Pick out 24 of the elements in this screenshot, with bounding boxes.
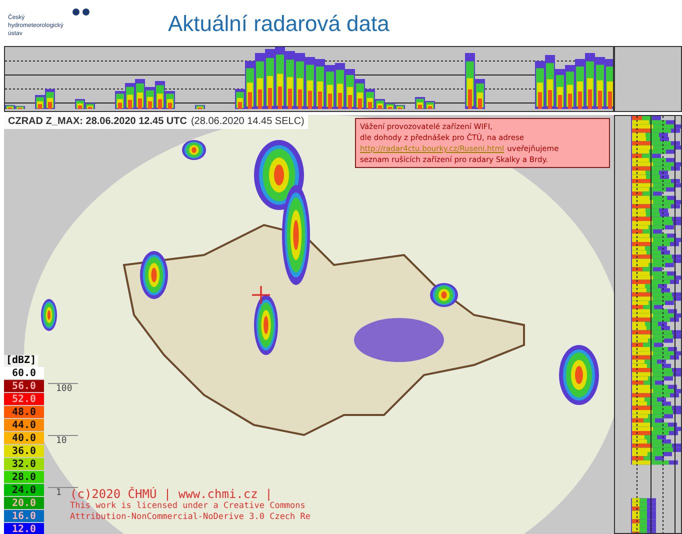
legend-value: 32.0 bbox=[4, 458, 44, 471]
copyright-text: Attribution-NonCommercial-NoDerive 3.0 Czech Re bbox=[70, 512, 311, 523]
copyright-text: (c)2020 ČHMÚ | www.chmi.cz | bbox=[70, 487, 274, 501]
legend-value: 60.0 bbox=[4, 367, 44, 380]
legend-value: 48.0 bbox=[4, 406, 44, 419]
legend-value: 20.0 bbox=[4, 497, 44, 510]
legend-unit: [dBZ] bbox=[4, 355, 38, 367]
page-title: Aktuální radarová data bbox=[168, 10, 390, 38]
local-timestamp: (28.06.2020 14.45 SELC) bbox=[190, 116, 304, 127]
legend-value: 40.0 bbox=[4, 432, 44, 445]
logo-icon bbox=[72, 8, 92, 16]
legend-value: 12.0 bbox=[4, 523, 44, 534]
legend-value: 52.0 bbox=[4, 393, 44, 406]
copyright-text: This work is licensed under a Creative Commons bbox=[70, 501, 306, 512]
legend-value: 24.0 bbox=[4, 484, 44, 497]
legend-value: 36.0 bbox=[4, 445, 44, 458]
legend-value: 16.0 bbox=[4, 510, 44, 523]
rain-rate-tick: 100 bbox=[48, 383, 78, 395]
radar-timestamp: CZRAD Z_MAX: 28.06.2020 12.45 UTC bbox=[8, 116, 187, 127]
legend-value: 56.0 bbox=[4, 380, 44, 393]
legend-value: 44.0 bbox=[4, 419, 44, 432]
corner-panel bbox=[614, 46, 682, 112]
rain-rate-tick: 10 bbox=[48, 435, 78, 447]
legend-value: 28.0 bbox=[4, 471, 44, 484]
